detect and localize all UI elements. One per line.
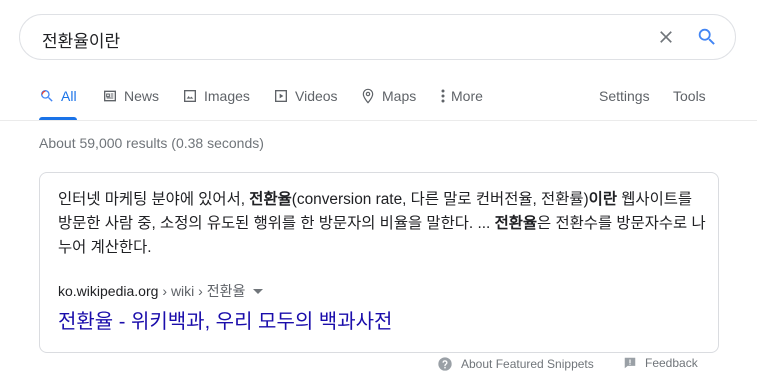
search-icon[interactable] bbox=[696, 26, 718, 48]
snippet-text: 인터넷 마케팅 분야에 있어서, 전환율(conversion rate, 다른… bbox=[58, 188, 708, 260]
about-featured-snippets-link[interactable]: About Featured Snippets bbox=[437, 356, 594, 372]
tab-all[interactable]: All bbox=[39, 80, 77, 120]
result-stats: About 59,000 results (0.38 seconds) bbox=[39, 135, 264, 151]
tab-more-label: More bbox=[451, 88, 483, 104]
tab-news[interactable]: News bbox=[102, 80, 159, 120]
snippet-highlight: 이란 bbox=[588, 191, 617, 208]
result-title-link[interactable]: 전환율 - 위키백과, 우리 모두의 백과사전 bbox=[58, 305, 392, 334]
news-icon bbox=[104, 90, 116, 102]
tab-news-label: News bbox=[124, 88, 160, 104]
search-tabs: All News Images Videos Maps More Setting… bbox=[0, 80, 757, 120]
tab-videos-label: Videos bbox=[295, 88, 338, 104]
featured-snippet-card: 인터넷 마케팅 분야에 있어서, 전환율(conversion rate, 다른… bbox=[39, 172, 719, 353]
image-icon bbox=[184, 90, 196, 102]
result-citation: ko.wikipedia.org › wiki › 전환율 bbox=[58, 281, 264, 301]
search-box[interactable]: 전환율이란 bbox=[19, 14, 736, 60]
map-pin-icon bbox=[362, 88, 374, 104]
search-input[interactable]: 전환율이란 bbox=[42, 27, 120, 52]
search-icon bbox=[41, 90, 53, 102]
settings-label: Settings bbox=[599, 88, 650, 104]
more-vert-icon bbox=[441, 89, 445, 103]
tabs-divider bbox=[0, 120, 757, 121]
snippet-highlight: 전환율 bbox=[494, 215, 538, 232]
help-icon bbox=[438, 357, 452, 371]
tools-label: Tools bbox=[673, 88, 706, 104]
tab-more[interactable]: More bbox=[440, 80, 483, 120]
tools-link[interactable]: Tools bbox=[673, 80, 706, 120]
result-breadcrumbs: › wiki › 전환율 bbox=[162, 283, 246, 299]
feedback-label: Feedback bbox=[645, 356, 698, 370]
settings-link[interactable]: Settings bbox=[599, 80, 650, 120]
tab-all-label: All bbox=[61, 88, 77, 104]
snippet-highlight: 전환율 bbox=[249, 191, 292, 208]
about-featured-snippets-label: About Featured Snippets bbox=[461, 357, 594, 371]
snippet-part: (conversion rate, 다른 말로 컨버전율, 전환률) bbox=[291, 191, 589, 208]
video-icon bbox=[275, 90, 287, 102]
tab-videos[interactable]: Videos bbox=[273, 80, 338, 120]
clear-icon[interactable] bbox=[656, 27, 676, 47]
tab-maps-label: Maps bbox=[382, 88, 417, 104]
result-domain: ko.wikipedia.org bbox=[58, 283, 159, 299]
feedback-link[interactable]: Feedback bbox=[623, 356, 698, 370]
snippet-part: 인터넷 마케팅 분야에 있어서, bbox=[58, 191, 250, 208]
dropdown-arrow-icon[interactable] bbox=[253, 288, 264, 294]
tab-images[interactable]: Images bbox=[182, 80, 250, 120]
tab-images-label: Images bbox=[204, 88, 250, 104]
feedback-icon bbox=[624, 357, 636, 369]
tab-maps[interactable]: Maps bbox=[360, 80, 416, 120]
